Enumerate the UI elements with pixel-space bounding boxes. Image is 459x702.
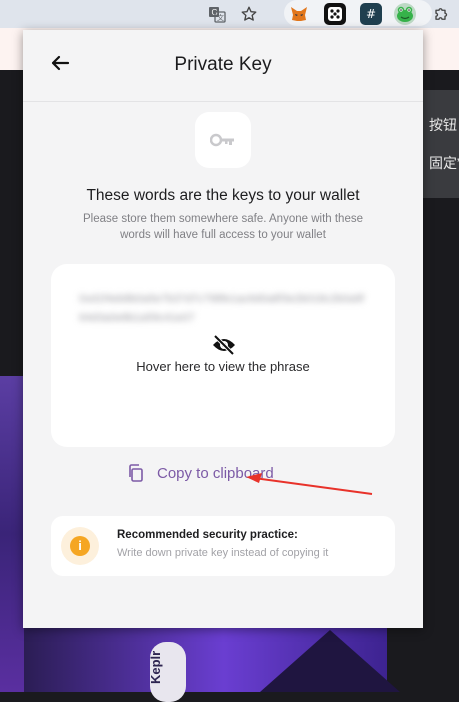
wallet-popup: Private Key These words are the keys to … xyxy=(23,30,423,628)
background-mountain xyxy=(260,630,400,692)
page-title: Private Key xyxy=(174,54,272,75)
svg-text:文: 文 xyxy=(217,13,224,22)
background-tooltip: 按钮 固定” xyxy=(423,90,459,198)
hover-to-view-label: Hover here to view the phrase xyxy=(136,359,310,374)
background-art-left xyxy=(0,376,24,692)
annotation-arrow xyxy=(246,473,373,495)
tip-title: Recommended security practice: xyxy=(117,529,298,541)
browser-toolbar: G文 # xyxy=(0,0,459,28)
eye-off-icon xyxy=(213,334,235,356)
popup-header: Private Key xyxy=(23,30,423,102)
frog-icon[interactable] xyxy=(394,3,416,25)
private-key-reveal-area[interactable]: 0xd1f4eb8b0a5e7b37d7c798fe1ac6d0a8f3e2b0… xyxy=(51,264,395,447)
security-tip-card: i Recommended security practice: Write d… xyxy=(51,516,395,576)
star-icon[interactable] xyxy=(238,3,260,25)
info-icon: i xyxy=(61,527,99,565)
warning-subtext: Please store them somewhere safe. Anyone… xyxy=(83,213,363,241)
key-icon xyxy=(210,133,234,147)
background-text-line: 按钮 xyxy=(429,117,457,133)
copy-icon xyxy=(129,464,143,482)
blurred-private-key: 0xd1f4eb8b0a5e7b37d7c798fe1ac6d0a8f3e2b0… xyxy=(79,293,365,324)
puzzle-icon[interactable] xyxy=(431,3,453,25)
translate-icon[interactable]: G文 xyxy=(206,3,228,25)
tip-description: Write down private key instead of copyin… xyxy=(117,547,329,559)
key-badge xyxy=(195,112,251,168)
keplr-label: Keplr xyxy=(148,650,163,684)
keplr-card: Keplr xyxy=(148,642,186,702)
metamask-icon[interactable] xyxy=(288,3,310,25)
background-text-line: 固定” xyxy=(429,155,459,171)
warning-heading: These words are the keys to your wallet xyxy=(86,187,360,204)
dice-icon[interactable] xyxy=(324,3,346,25)
hash-icon[interactable]: # xyxy=(360,3,382,25)
